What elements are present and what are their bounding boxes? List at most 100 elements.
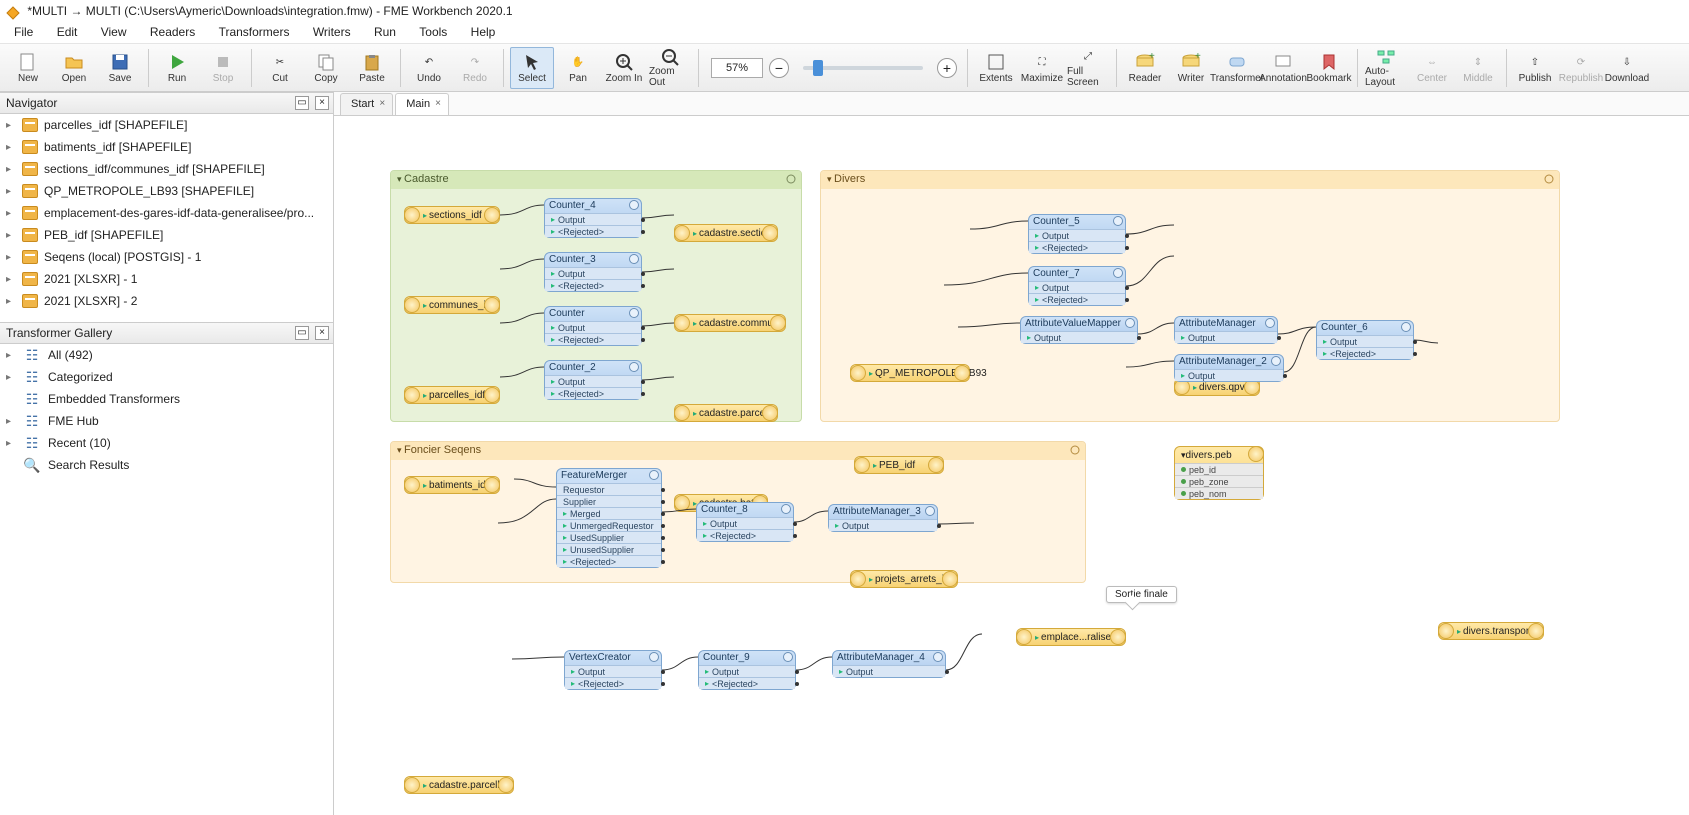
redo-button[interactable]: ↷Redo [453,47,497,89]
navigator-item[interactable]: ▸emplacement-des-gares-idf-data-generali… [0,202,333,224]
select-tool-button[interactable]: Select [510,47,554,89]
gallery-item[interactable]: ☷Embedded Transformers [0,388,333,410]
navigator-item[interactable]: ▸QP_METROPOLE_LB93 [SHAPEFILE] [0,180,333,202]
reader-cadastre-parcelle[interactable]: ▸cadastre.parcelle [404,776,514,794]
gallery-item[interactable]: 🔍Search Results [0,454,333,476]
reader-peb-idf[interactable]: ▸PEB_idf [854,456,944,474]
download-button[interactable]: ⇩Download [1605,47,1649,89]
gear-icon[interactable] [1069,444,1081,456]
undo-button[interactable]: ↶Undo [407,47,451,89]
undock-icon[interactable]: ▭ [295,96,309,110]
menu-run[interactable]: Run [364,22,406,42]
open-button[interactable]: Open [52,47,96,89]
zoom-minus-button[interactable]: − [769,58,789,78]
gear-icon[interactable] [933,652,943,662]
add-bookmark-button[interactable]: Bookmark [1307,47,1351,89]
add-transformer-button[interactable]: Transformer [1215,47,1259,89]
gear-icon[interactable] [629,200,639,210]
zoom-in-button[interactable]: Zoom In [602,47,646,89]
transformer-counter7[interactable]: Counter_7▸Output▸<Rejected> [1028,266,1126,306]
navigator-item[interactable]: ▸batiments_idf [SHAPEFILE] [0,136,333,158]
reader-parcelles-idf[interactable]: ▸parcelles_idf [404,386,500,404]
save-button[interactable]: Save [98,47,142,89]
reader-communes-idf[interactable]: ▸communes_idf [404,296,500,314]
navigator-item[interactable]: ▸sections_idf/communes_idf [SHAPEFILE] [0,158,333,180]
transformer-attribute-manager-3[interactable]: AttributeManager_3▸Output [828,504,938,532]
gear-icon[interactable] [1401,322,1411,332]
menu-tools[interactable]: Tools [409,22,457,42]
close-tab-icon[interactable]: × [376,98,388,110]
paste-button[interactable]: Paste [350,47,394,89]
gallery-item[interactable]: ▸☷FME Hub [0,410,333,432]
copy-button[interactable]: Copy [304,47,348,89]
gear-icon[interactable] [785,173,797,185]
gear-icon[interactable] [1113,216,1123,226]
transformer-attribute-manager-2[interactable]: AttributeManager_2▸Output [1174,354,1284,382]
zoom-out-button[interactable]: Zoom Out [648,47,692,89]
publish-button[interactable]: ⇧Publish [1513,47,1557,89]
run-button[interactable]: Run [155,47,199,89]
gallery-item[interactable]: ▸☷Recent (10) [0,432,333,454]
middle-button[interactable]: ⇕Middle [1456,47,1500,89]
stop-button[interactable]: Stop [201,47,245,89]
gallery-item[interactable]: ▸☷Categorized [0,366,333,388]
transformer-counter5[interactable]: Counter_5▸Output▸<Rejected> [1028,214,1126,254]
extents-button[interactable]: Extents [974,47,1018,89]
transformer-counter6[interactable]: Counter_6▸Output▸<Rejected> [1316,320,1414,360]
republish-button[interactable]: ⟳Republish [1559,47,1603,89]
menu-writers[interactable]: Writers [303,22,361,42]
zoom-percent-field[interactable]: 57% [711,58,763,78]
gear-icon[interactable] [1113,268,1123,278]
transformer-avm[interactable]: AttributeValueMapper▸Output [1020,316,1138,344]
transformer-counter4[interactable]: Counter_4▸Output▸<Rejected> [544,198,642,238]
add-writer-button[interactable]: +Writer [1169,47,1213,89]
gear-icon[interactable] [925,506,935,516]
menu-view[interactable]: View [91,22,137,42]
transformer-gallery[interactable]: ▸☷All (492) ▸☷Categorized ☷Embedded Tran… [0,344,333,815]
reader-projets-arrets[interactable]: ▸projets_arrets_idf [850,570,958,588]
menu-readers[interactable]: Readers [140,22,205,42]
transformer-attribute-manager[interactable]: AttributeManager▸Output [1174,316,1278,344]
reader-qp-metropole[interactable]: ▸QP_METROPOLE_LB93 [850,364,970,382]
gear-icon[interactable] [783,652,793,662]
writer-divers-peb[interactable]: ▾ divers.peb peb_id peb_zone peb_nom [1174,446,1264,500]
transformer-feature-merger[interactable]: FeatureMerger Requestor Supplier ▸Merged… [556,468,662,568]
gallery-item[interactable]: ▸☷All (492) [0,344,333,366]
writer-cadastre-commune[interactable]: ▸cadastre.commune [674,314,786,332]
reader-sections-idf[interactable]: ▸sections_idf [404,206,500,224]
reader-emplacement[interactable]: ▸emplace...ralisee [1016,628,1126,646]
transformer-vertex-creator[interactable]: VertexCreator▸Output▸<Rejected> [564,650,662,690]
menu-file[interactable]: File [4,22,43,42]
transformer-counter8[interactable]: Counter_8▸Output▸<Rejected> [696,502,794,542]
transformer-counter[interactable]: Counter▸Output▸<Rejected> [544,306,642,346]
fullscreen-button[interactable]: ⤢Full Screen [1066,47,1110,89]
transformer-counter9[interactable]: Counter_9▸Output▸<Rejected> [698,650,796,690]
undock-icon[interactable]: ▭ [295,326,309,340]
close-tab-icon[interactable]: × [432,98,444,110]
navigator-item[interactable]: ▸2021 [XLSXR] - 2 [0,290,333,312]
navigator-item[interactable]: ▸PEB_idf [SHAPEFILE] [0,224,333,246]
workflow-canvas[interactable]: ▾ Cadastre ▾ Divers ▾ Foncier Seqens Sor… [334,116,1689,815]
center-button[interactable]: ⇔Center [1410,47,1454,89]
navigator-tree[interactable]: ▸parcelles_idf [SHAPEFILE] ▸batiments_id… [0,114,333,322]
menu-help[interactable]: Help [461,22,506,42]
gear-icon[interactable] [781,504,791,514]
cut-button[interactable]: ✂Cut [258,47,302,89]
gear-icon[interactable] [1271,356,1281,366]
new-button[interactable]: New [6,47,50,89]
transformer-counter2[interactable]: Counter_2▸Output▸<Rejected> [544,360,642,400]
close-icon[interactable]: × [315,326,329,340]
gear-icon[interactable] [1265,318,1275,328]
transformer-attribute-manager-4[interactable]: AttributeManager_4▸Output [832,650,946,678]
gear-icon[interactable] [629,362,639,372]
maximize-button[interactable]: ⛶Maximize [1020,47,1064,89]
gear-icon[interactable] [629,254,639,264]
zoom-plus-button[interactable]: + [937,58,957,78]
reader-batiments-idf[interactable]: ▸batiments_idf [404,476,500,494]
navigator-item[interactable]: ▸Seqens (local) [POSTGIS] - 1 [0,246,333,268]
gear-icon[interactable] [1125,318,1135,328]
gear-icon[interactable] [649,470,659,480]
writer-cadastre-section[interactable]: ▸cadastre.section [674,224,778,242]
transformer-counter3[interactable]: Counter_3▸Output▸<Rejected> [544,252,642,292]
menu-transformers[interactable]: Transformers [209,22,300,42]
